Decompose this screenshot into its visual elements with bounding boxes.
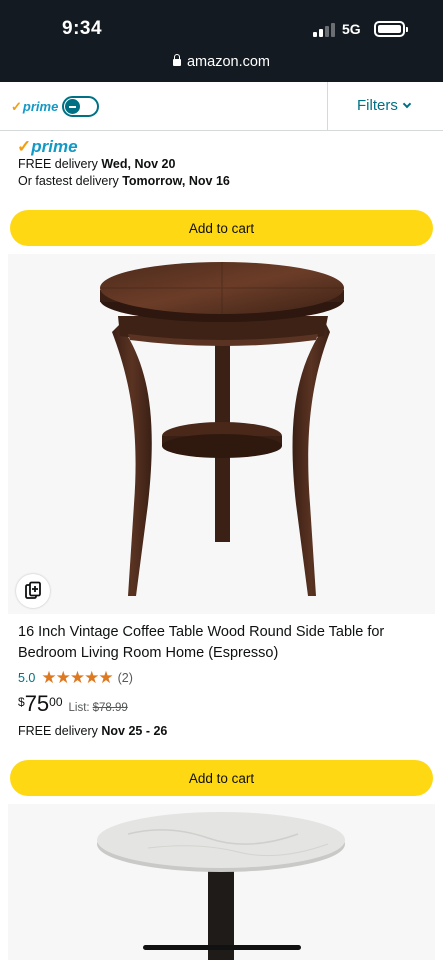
price-fraction: 00 <box>49 695 63 709</box>
rating-row[interactable]: 5.0 ★★★★★ (2) <box>18 668 133 688</box>
list-price: $78.99 <box>92 702 128 714</box>
add-to-cart-button[interactable]: Add to cart <box>10 760 433 796</box>
battery-full-icon <box>374 21 408 37</box>
rating-count: (2) <box>117 671 133 685</box>
signal-icon <box>313 23 335 37</box>
rating-score: 5.0 <box>18 671 36 685</box>
delivery-text: FREE delivery Nov 25 - 26 <box>18 724 168 738</box>
status-bar: 9:34 5G amazon.com <box>0 0 443 82</box>
price-symbol: $ <box>18 695 25 709</box>
prime-badge: ✓prime <box>17 137 78 156</box>
prime-check-icon: ✓ <box>17 137 32 156</box>
price: $ 75 00 List: $78.99 <box>18 692 128 716</box>
product-title[interactable]: 16 Inch Vintage Coffee Table Wood Round … <box>18 622 418 664</box>
chevron-down-icon <box>402 99 412 109</box>
compare-glyph-icon <box>25 581 41 599</box>
divider <box>327 82 328 131</box>
filter-bar: ✓prime Filters <box>0 82 443 131</box>
compare-icon[interactable] <box>16 574 50 608</box>
add-to-cart-button[interactable]: Add to cart <box>10 210 433 246</box>
prime-filter-toggle[interactable]: ✓prime <box>11 96 100 117</box>
star-rating-icon: ★★★★★ <box>41 668 113 687</box>
marble-table-image <box>97 812 345 960</box>
url-text: amazon.com <box>186 54 270 70</box>
prime-check-icon: ✓ <box>11 98 22 114</box>
filters-button[interactable]: Filters <box>357 97 412 114</box>
product-image[interactable] <box>8 804 435 960</box>
status-time: 9:34 <box>62 18 103 39</box>
prime-filter-logo: ✓prime <box>11 98 59 114</box>
url-bar[interactable]: amazon.com <box>0 54 443 70</box>
fastest-delivery-text: Or fastest delivery Tomorrow, Nov 16 <box>18 174 230 188</box>
network-label: 5G <box>342 21 361 37</box>
product-image[interactable] <box>8 254 435 614</box>
side-table-image <box>100 262 344 596</box>
list-price-label: List: <box>68 702 90 714</box>
price-whole: 75 <box>24 691 50 716</box>
toggle-switch[interactable] <box>62 96 100 117</box>
home-indicator <box>143 945 301 950</box>
lock-icon <box>172 54 181 66</box>
delivery-text: FREE delivery Wed, Nov 20 <box>18 157 176 171</box>
